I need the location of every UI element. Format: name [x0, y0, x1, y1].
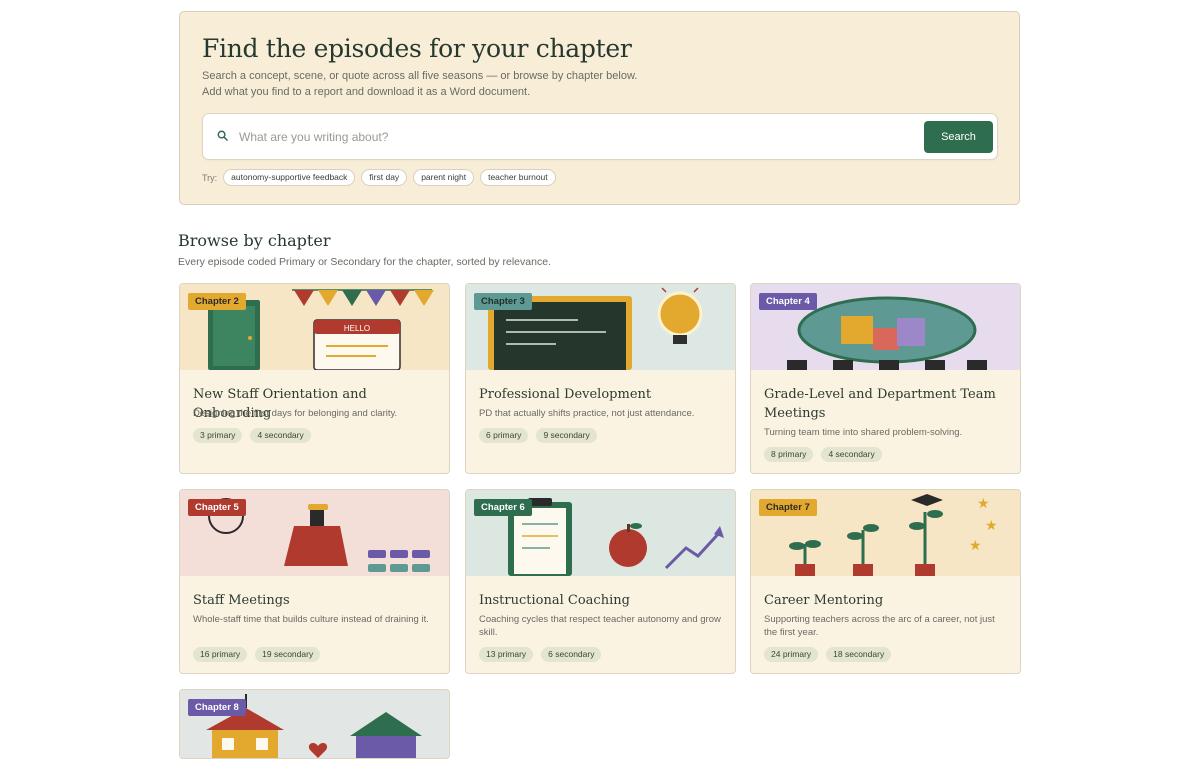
secondary-count-badge: 18 secondary	[826, 647, 892, 662]
secondary-count-badge: 4 secondary	[821, 447, 882, 462]
suggestion-chip[interactable]: parent night	[413, 169, 475, 186]
chapter-description: PD that actually shifts practice, not ju…	[479, 408, 695, 419]
browse-subtitle: Every episode coded Primary or Secondary…	[178, 256, 551, 268]
chapter-badge: Chapter 6	[474, 499, 532, 516]
chapter-title: Career Mentoring	[764, 593, 884, 608]
search-hero: Find the episodes for your chapter Searc…	[179, 11, 1020, 205]
suggestion-row: Try: autonomy-supportive feedback first …	[202, 169, 556, 186]
primary-count-badge: 24 primary	[764, 647, 819, 662]
chapter-7-illustration: ★ ★ ★ Chapter 7	[751, 490, 1020, 576]
chapter-8-illustration: Chapter 8	[180, 690, 449, 758]
chapter-badge: Chapter 2	[188, 293, 246, 310]
suggestion-chip[interactable]: teacher burnout	[480, 169, 556, 186]
chapter-card-6[interactable]: Chapter 6 Instructional Coaching Coachin…	[465, 489, 736, 674]
chapter-6-illustration: Chapter 6	[466, 490, 735, 576]
hello-sign-text: HELLO	[344, 324, 370, 333]
chapter-title: Instructional Coaching	[479, 593, 630, 608]
secondary-count-badge: 19 secondary	[255, 647, 321, 662]
chapter-counts: 8 primary 4 secondary	[764, 447, 882, 462]
chapter-4-illustration: Chapter 4	[751, 284, 1020, 370]
chapter-counts: 16 primary 19 secondary	[193, 647, 321, 662]
chapter-badge: Chapter 7	[759, 499, 817, 516]
suggestion-chip[interactable]: first day	[361, 169, 408, 186]
secondary-count-badge: 9 secondary	[536, 428, 597, 443]
chapter-card-8[interactable]: Chapter 8	[179, 689, 450, 759]
primary-count-badge: 8 primary	[764, 447, 814, 462]
chapter-counts: 13 primary 6 secondary	[479, 647, 602, 662]
chapter-counts: 3 primary 4 secondary	[193, 428, 311, 443]
chapter-counts: 6 primary 9 secondary	[479, 428, 597, 443]
chapter-description: Designing the first days for belonging a…	[193, 408, 398, 419]
chapter-3-illustration: Chapter 3	[466, 284, 735, 370]
secondary-count-badge: 4 secondary	[250, 428, 311, 443]
svg-text:★: ★	[969, 538, 982, 554]
chapter-badge: Chapter 4	[759, 293, 817, 310]
search-button[interactable]: Search	[924, 121, 993, 153]
chapter-card-3[interactable]: Chapter 3 Professional Development PD th…	[465, 283, 736, 474]
chapter-description: Turning team time into shared problem-so…	[764, 427, 963, 438]
chapter-description: Whole-staff time that builds culture ins…	[193, 614, 429, 625]
svg-text:★: ★	[985, 518, 998, 534]
chapter-title: Grade-Level and Department Team Meetings	[764, 387, 996, 421]
search-icon	[217, 130, 228, 141]
hero-title: Find the episodes for your chapter	[202, 34, 632, 63]
chapter-card-7[interactable]: ★ ★ ★ Chapter 7 Career Mentoring Support…	[750, 489, 1021, 674]
chapter-badge: Chapter 5	[188, 499, 246, 516]
search-input[interactable]	[239, 127, 879, 147]
try-label: Try:	[202, 172, 218, 183]
primary-count-badge: 3 primary	[193, 428, 243, 443]
search-bar: Search	[202, 113, 998, 160]
primary-count-badge: 6 primary	[479, 428, 529, 443]
suggestion-chip[interactable]: autonomy-supportive feedback	[223, 169, 356, 186]
chapter-card-4[interactable]: Chapter 4 Grade-Level and Department Tea…	[750, 283, 1021, 474]
chapter-badge: Chapter 3	[474, 293, 532, 310]
primary-count-badge: 13 primary	[479, 647, 534, 662]
browse-title: Browse by chapter	[178, 231, 331, 250]
chapter-title: Professional Development	[479, 387, 652, 402]
chapter-counts: 24 primary 18 secondary	[764, 647, 892, 662]
hero-subtitle: Search a concept, scene, or quote across…	[202, 70, 638, 98]
chapter-title: Staff Meetings	[193, 593, 290, 608]
chapter-card-5[interactable]: Chapter 5 Staff Meetings Whole-staff tim…	[179, 489, 450, 674]
svg-text:★: ★	[977, 496, 990, 512]
chapter-5-illustration: Chapter 5	[180, 490, 449, 576]
primary-count-badge: 16 primary	[193, 647, 248, 662]
secondary-count-badge: 6 secondary	[541, 647, 602, 662]
chapter-description: Supporting teachers across the arc of a …	[764, 614, 995, 638]
chapter-2-illustration: HELLO Chapter 2	[180, 284, 449, 370]
chapter-description: Coaching cycles that respect teacher aut…	[479, 614, 721, 638]
chapter-badge: Chapter 8	[188, 699, 246, 716]
chapter-card-2[interactable]: HELLO Chapter 2 New Staff Orientation an…	[179, 283, 450, 474]
